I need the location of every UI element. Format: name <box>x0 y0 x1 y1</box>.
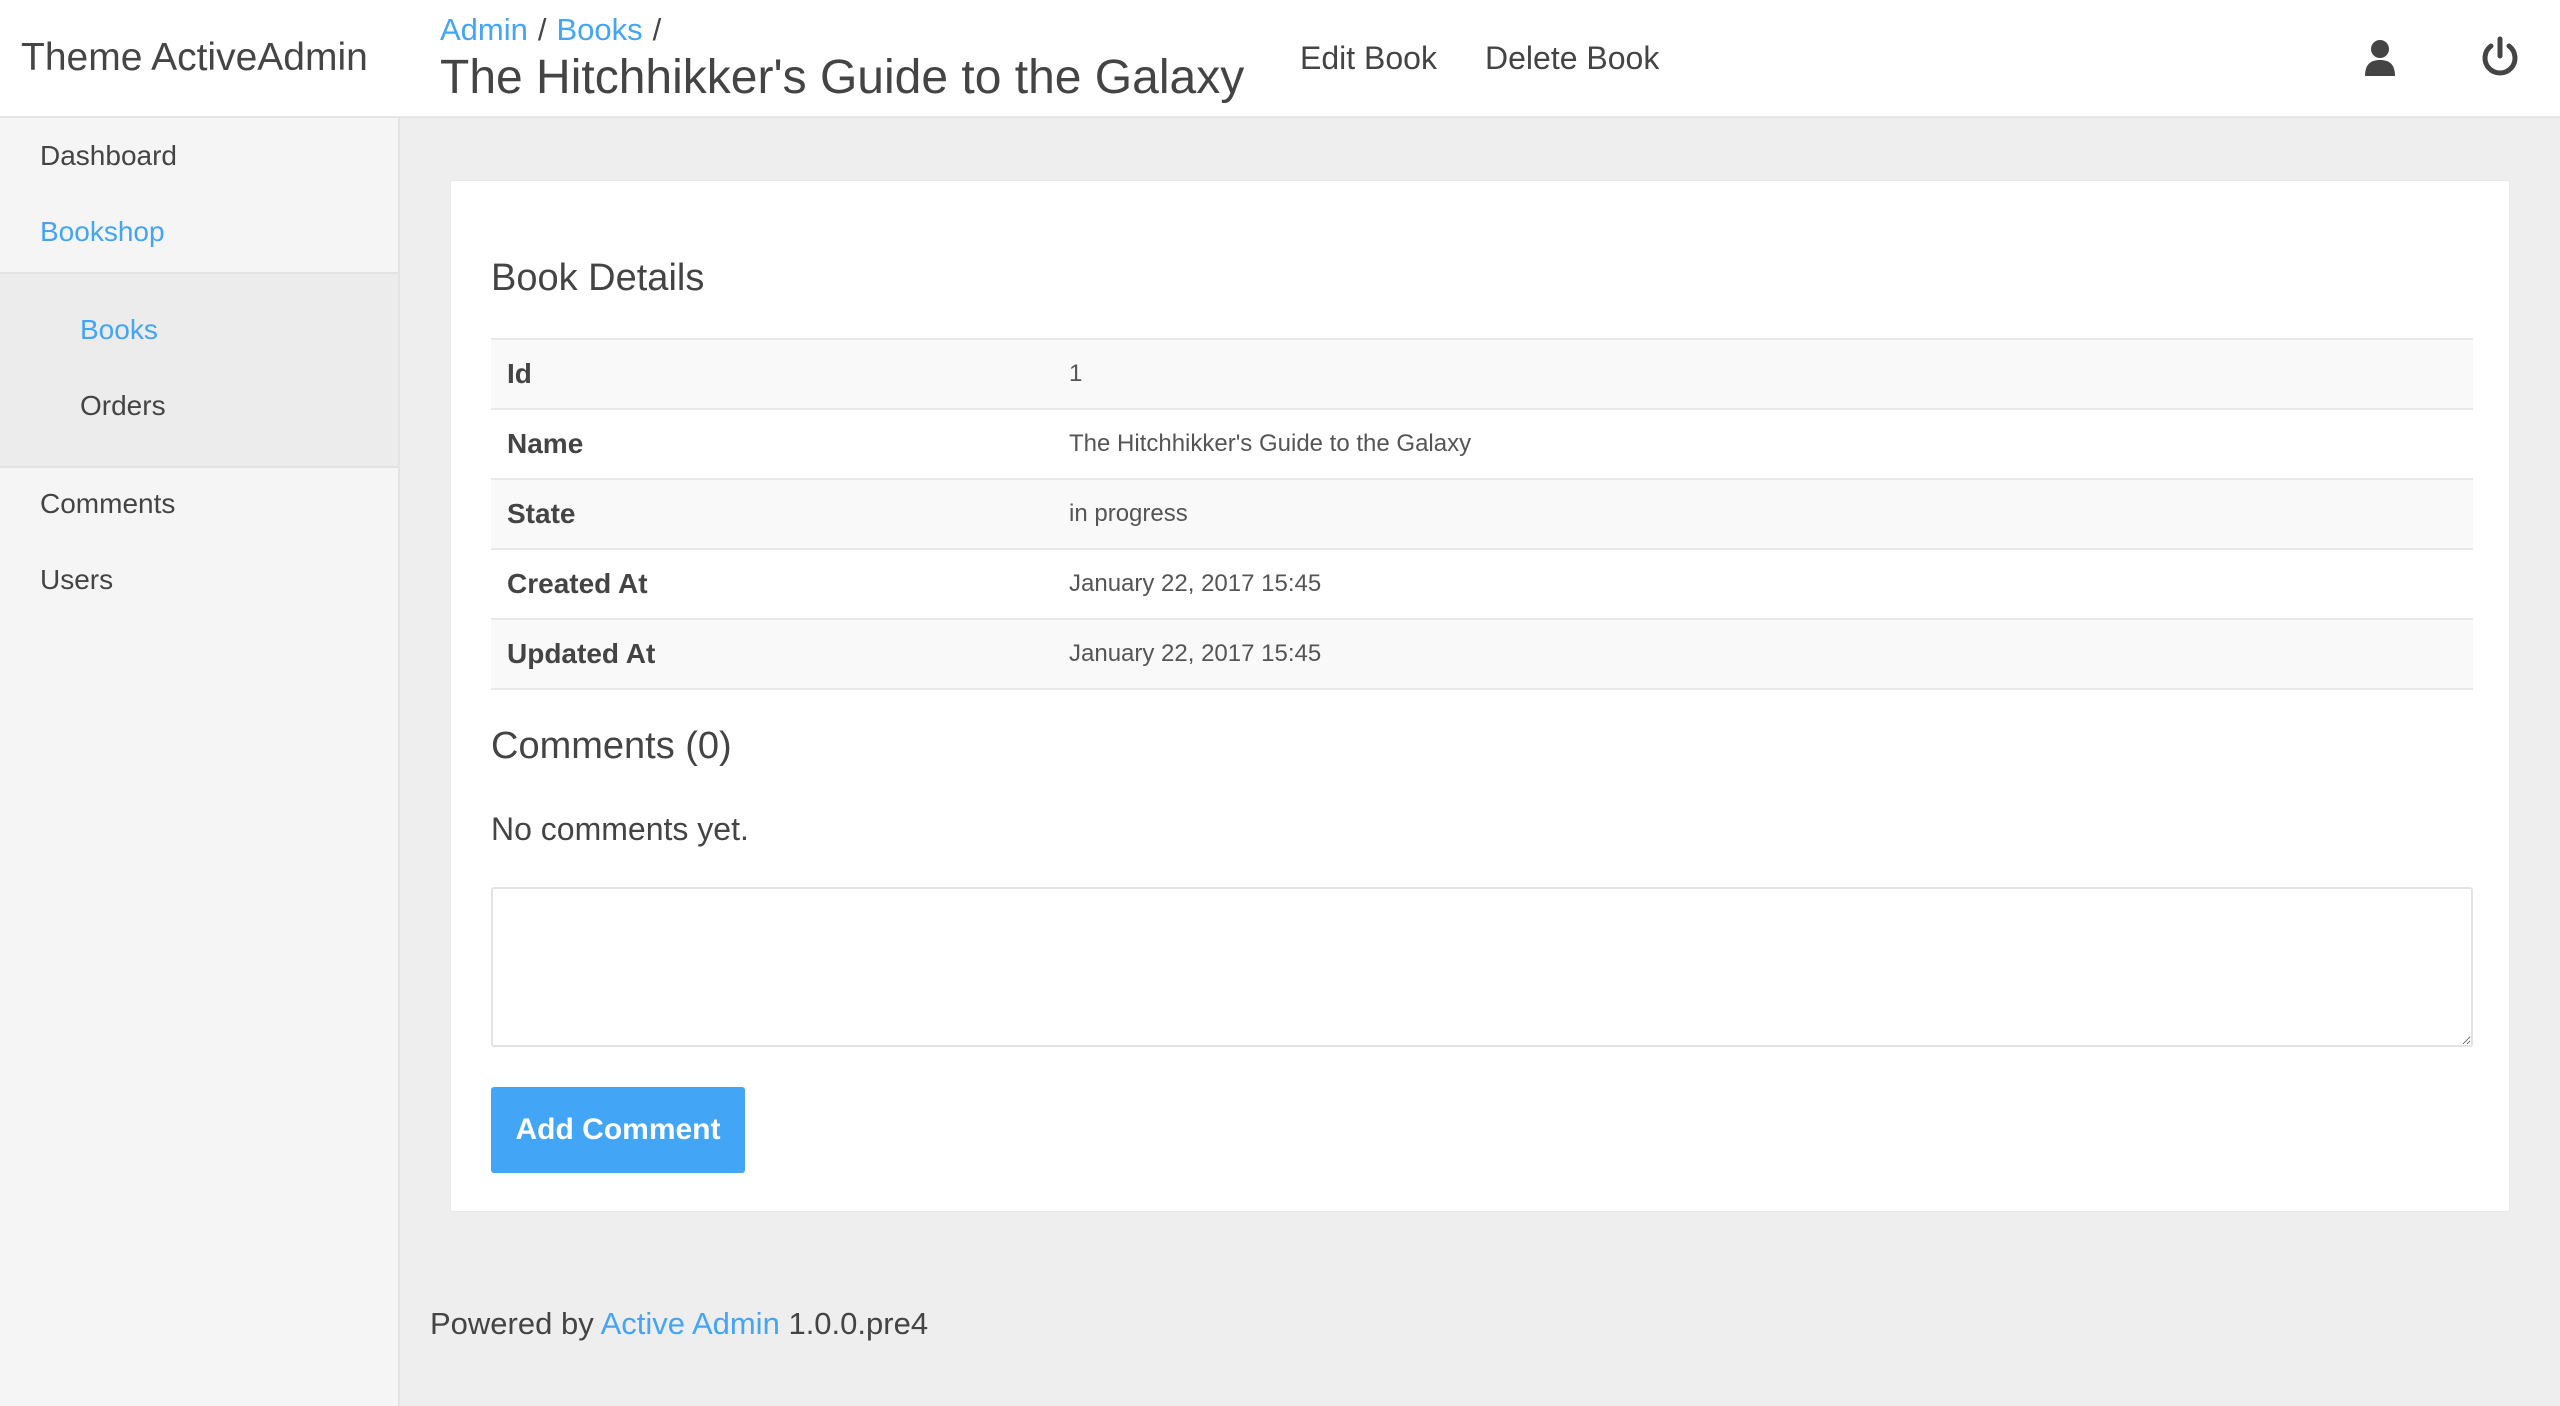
breadcrumb: Admin / Books / <box>440 12 671 48</box>
breadcrumb-books[interactable]: Books <box>557 12 643 47</box>
attributes-table: Id 1 Name The Hitchhikker's Guide to the… <box>491 338 2473 690</box>
sidebar: Dashboard Bookshop Books Orders Comments… <box>0 118 400 1406</box>
details-title: Book Details <box>491 257 705 299</box>
sidebar-item-dashboard[interactable]: Dashboard <box>40 140 177 172</box>
attr-label: Name <box>507 428 584 459</box>
sidebar-item-books[interactable]: Books <box>80 314 158 346</box>
footer-version: 1.0.0.pre4 <box>788 1306 929 1341</box>
top-header: Theme ActiveAdmin Admin / Books / The Hitch… <box>0 0 2560 118</box>
empty-comments-text: No comments yet. <box>491 811 749 847</box>
breadcrumb-separator: / <box>537 12 547 47</box>
power-icon[interactable] <box>2476 34 2524 82</box>
breadcrumb-separator: / <box>652 12 662 47</box>
attr-label: Id <box>507 358 532 389</box>
sidebar-submenu: Books Orders <box>0 272 398 468</box>
user-icon[interactable] <box>2356 34 2404 82</box>
table-row: Name The Hitchhikker's Guide to the Gala… <box>491 410 2473 480</box>
page-title: The Hitchhikker's Guide to the Galaxy <box>440 51 1245 104</box>
table-row: Id 1 <box>491 340 2473 410</box>
attr-value: January 22, 2017 15:45 <box>1069 570 1322 597</box>
attr-label: Updated At <box>507 638 656 669</box>
sidebar-item-bookshop[interactable]: Bookshop <box>40 216 165 248</box>
sidebar-item-orders[interactable]: Orders <box>80 390 166 422</box>
attr-value: in progress <box>1069 500 1188 527</box>
edit-book-button[interactable]: Edit Book <box>1300 40 1437 77</box>
site-title[interactable]: Theme ActiveAdmin <box>21 36 368 80</box>
sidebar-item-comments[interactable]: Comments <box>40 488 175 520</box>
footer-link[interactable]: Active Admin <box>601 1306 780 1341</box>
footer-prefix: Powered by <box>430 1306 594 1341</box>
content-panel: Book Details Id 1 Name The Hitchhikker's… <box>450 180 2510 1212</box>
sidebar-item-users[interactable]: Users <box>40 564 113 596</box>
attr-label: Created At <box>507 568 648 599</box>
table-row: Created At January 22, 2017 15:45 <box>491 550 2473 620</box>
add-comment-button[interactable]: Add Comment <box>491 1087 745 1173</box>
attr-value: January 22, 2017 15:45 <box>1069 640 1322 667</box>
attr-value: 1 <box>1069 360 1083 387</box>
breadcrumb-admin[interactable]: Admin <box>440 12 528 47</box>
footer: Powered by Active Admin 1.0.0.pre4 <box>430 1306 928 1342</box>
table-row: State in progress <box>491 480 2473 550</box>
comment-input[interactable] <box>491 887 2473 1047</box>
delete-book-button[interactable]: Delete Book <box>1485 40 1659 77</box>
attr-value: The Hitchhikker's Guide to the Galaxy <box>1069 430 1472 457</box>
comments-title: Comments (0) <box>491 725 732 767</box>
attr-label: State <box>507 498 576 529</box>
table-row: Updated At January 22, 2017 15:45 <box>491 620 2473 690</box>
